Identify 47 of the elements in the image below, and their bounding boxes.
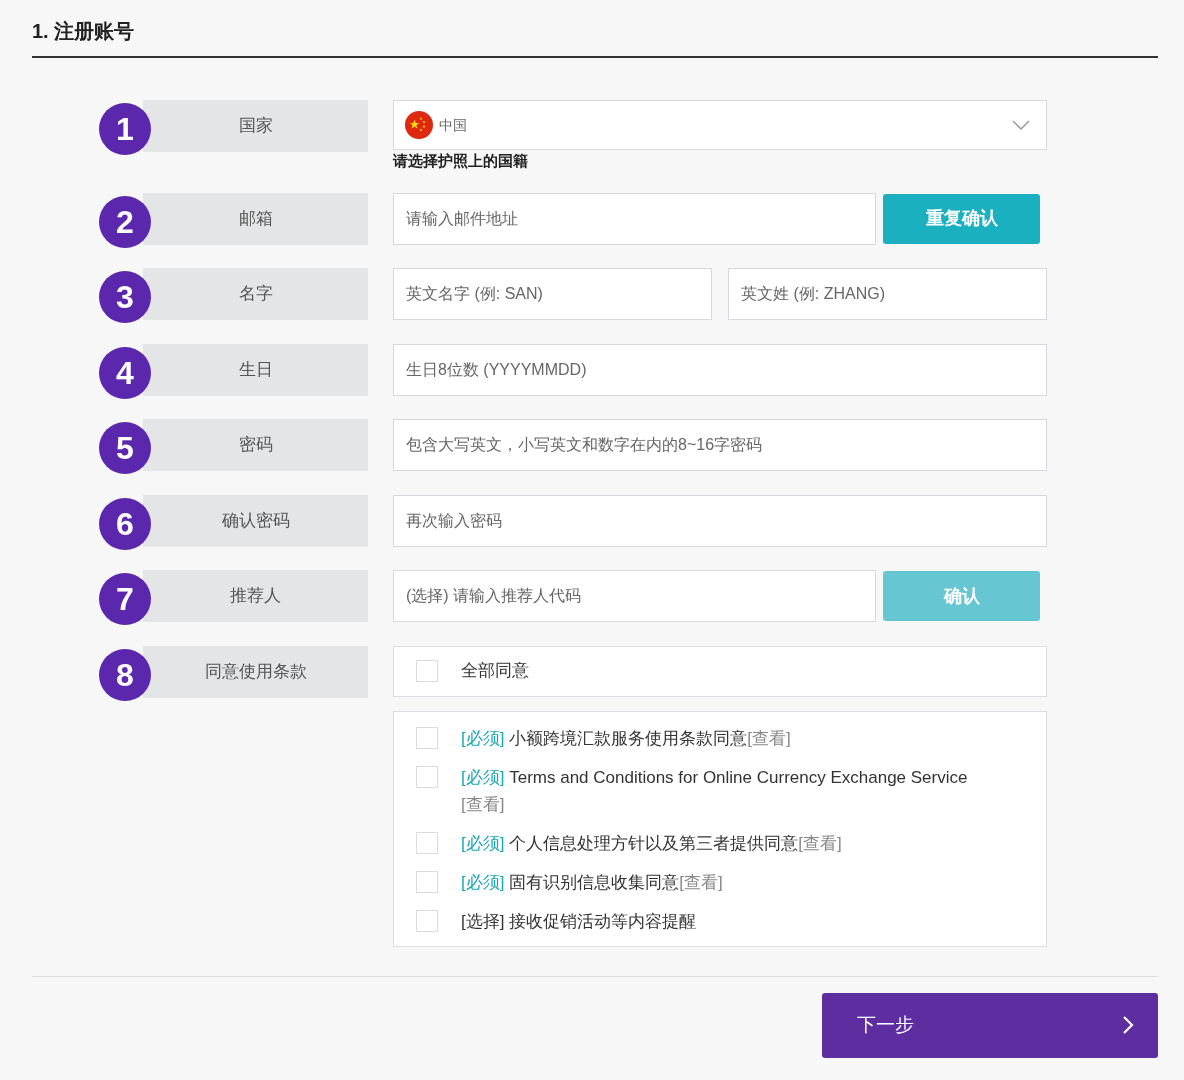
step-badge: 8 — [99, 648, 151, 701]
chevron-right-icon — [1122, 1015, 1134, 1035]
step-badge: 5 — [99, 422, 151, 474]
text-input[interactable]: 请输入邮件地址 — [393, 192, 876, 245]
agreement-text: [选择] 接收促销活动等内容提醒 — [461, 911, 697, 931]
next-button[interactable]: 下一步 — [822, 992, 1158, 1058]
view-link[interactable]: [查看] — [461, 794, 505, 814]
field-label: 确认密码 — [143, 494, 368, 547]
text-input[interactable]: 包含大写英文，小写英文和数字在内的8~16字密码 — [393, 419, 1047, 471]
field-label: 生日 — [143, 343, 368, 396]
step-badge: 3 — [99, 271, 151, 323]
agreement-text: [必须] 固有识别信息收集同意[查看] — [461, 872, 723, 892]
field-label: 名字 — [143, 268, 368, 320]
text-input[interactable]: 再次输入密码 — [393, 494, 1047, 547]
flag-icon — [405, 111, 433, 139]
checkbox[interactable] — [416, 726, 438, 749]
step-badge: 4 — [99, 346, 151, 399]
field-label: 同意使用条款 — [143, 645, 368, 698]
country-select[interactable]: 中国 — [393, 100, 1047, 150]
text-input[interactable]: 生日8位数 (YYYYMMDD) — [393, 343, 1047, 396]
step-badge: 6 — [99, 497, 151, 550]
field-label: 密码 — [143, 419, 368, 471]
agreement-text: [必须] 小额跨境汇款服务使用条款同意[查看] — [461, 728, 791, 748]
field-label: 国家 — [143, 100, 368, 152]
step-badge: 2 — [99, 195, 151, 248]
step-badge: 1 — [99, 103, 151, 155]
field-label: 推荐人 — [143, 570, 368, 622]
checkbox[interactable] — [416, 660, 438, 682]
text-input[interactable]: 英文姓 (例: ZHANG) — [728, 268, 1047, 320]
agreement-text: [必须] 个人信息处理方针以及第三者提供同意[查看] — [461, 833, 842, 853]
checkbox[interactable] — [416, 870, 438, 893]
section-title: 1. 注册账号 — [32, 19, 135, 43]
checkbox[interactable] — [416, 909, 438, 932]
step-badge: 7 — [99, 573, 151, 625]
field-hint: 请选择护照上的国籍 — [393, 153, 528, 169]
chevron-down-icon — [1012, 120, 1030, 130]
view-link[interactable]: [查看] — [798, 833, 842, 853]
field-label: 邮箱 — [143, 192, 368, 245]
text-input[interactable]: 英文名字 (例: SAN) — [393, 268, 712, 320]
view-link[interactable]: [查看] — [747, 728, 791, 748]
checkbox-label: 全部同意 — [461, 660, 529, 683]
checkbox[interactable] — [416, 831, 438, 854]
checkbox[interactable] — [416, 765, 438, 788]
agreement-text: [必须] Terms and Conditions for Online Currency Exchange Service [查看] — [461, 767, 968, 814]
text-input[interactable]: (选择) 请输入推荐人代码 — [393, 570, 876, 622]
confirm-button[interactable]: 重复确认 — [883, 193, 1040, 244]
view-link[interactable]: [查看] — [679, 872, 723, 892]
